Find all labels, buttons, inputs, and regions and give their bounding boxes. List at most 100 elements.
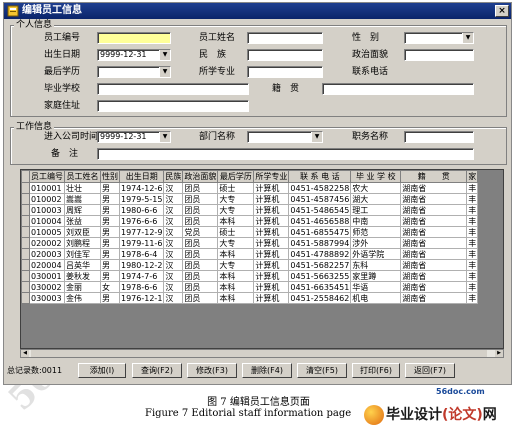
table-cell[interactable]: 张益 xyxy=(64,215,101,227)
table-row[interactable]: 010004 张益男 1976-6-6 汉团员 本科 计算机 0451-4656588 中南湖… xyxy=(21,215,479,227)
table-cell[interactable]: 男 xyxy=(100,226,120,238)
row-indicator[interactable] xyxy=(21,237,30,249)
column-header[interactable]: 籍 贯 xyxy=(400,170,468,183)
table-cell[interactable]: 0451-6855475 xyxy=(288,226,352,238)
table-cell[interactable]: 计算机 xyxy=(253,281,290,293)
table-cell[interactable]: 男 xyxy=(100,237,120,249)
table-row[interactable]: 020004 吕英华男 1980-12-2 汉团员 大专 计算机 0451-5682257 东… xyxy=(21,259,479,271)
school-input[interactable] xyxy=(97,83,249,95)
column-header[interactable]: 民族 xyxy=(163,170,184,183)
table-cell[interactable]: 020002 xyxy=(29,237,65,249)
table-cell[interactable]: 湖南省 xyxy=(400,237,468,249)
column-header[interactable]: 所学专业 xyxy=(253,170,290,183)
table-cell[interactable]: 1979-11-6 xyxy=(118,237,165,249)
education-select[interactable]: ▼ xyxy=(97,66,171,78)
column-header[interactable]: 出生日期 xyxy=(118,170,165,183)
table-cell[interactable]: 姜秋发 xyxy=(64,270,101,282)
table-cell[interactable]: 中南 xyxy=(350,215,402,227)
table-cell[interactable]: 团员 xyxy=(182,281,219,293)
table-cell[interactable]: 汉 xyxy=(163,259,184,271)
chevron-down-icon[interactable]: ▼ xyxy=(159,132,170,142)
table-cell[interactable]: 0451-5887994 xyxy=(288,237,352,249)
table-cell[interactable]: 1976-12-1 xyxy=(118,292,165,304)
table-cell[interactable]: 汉 xyxy=(163,270,184,282)
table-cell[interactable]: 本科 xyxy=(217,248,255,260)
table-cell[interactable]: 男 xyxy=(100,270,120,282)
table-cell[interactable]: 丰 xyxy=(466,248,479,260)
name-input[interactable] xyxy=(247,32,323,44)
table-cell[interactable]: 1978-6-4 xyxy=(118,248,165,260)
table-cell[interactable]: 金丽 xyxy=(64,281,101,293)
table-cell[interactable]: 大专 xyxy=(217,237,255,249)
table-cell[interactable]: 丰 xyxy=(466,259,479,271)
table-cell[interactable]: 汉 xyxy=(163,193,184,205)
table-cell[interactable]: 汉 xyxy=(163,237,184,249)
table-cell[interactable]: 1977-12-9 xyxy=(118,226,165,238)
table-cell[interactable]: 丰 xyxy=(466,204,479,216)
table-cell[interactable]: 团员 xyxy=(182,215,219,227)
table-cell[interactable]: 男 xyxy=(100,182,120,194)
clear-button[interactable]: 清空(F5) xyxy=(297,363,347,378)
table-cell[interactable]: 本科 xyxy=(217,270,255,282)
table-cell[interactable]: 丰 xyxy=(466,182,479,194)
delete-button[interactable]: 删除(F4) xyxy=(242,363,292,378)
table-cell[interactable]: 010002 xyxy=(29,193,65,205)
table-cell[interactable]: 男 xyxy=(100,259,120,271)
title-input[interactable] xyxy=(404,131,474,143)
table-cell[interactable]: 丰 xyxy=(466,226,479,238)
column-header[interactable]: 性别 xyxy=(100,170,120,183)
table-cell[interactable]: 丰 xyxy=(466,193,479,205)
table-cell[interactable]: 男 xyxy=(100,204,120,216)
table-cell[interactable]: 计算机 xyxy=(253,182,290,194)
table-cell[interactable]: 汉 xyxy=(163,182,184,194)
table-cell[interactable]: 吕英华 xyxy=(64,259,101,271)
table-cell[interactable]: 汉 xyxy=(163,292,184,304)
table-cell[interactable]: 大专 xyxy=(217,204,255,216)
table-cell[interactable]: 汉 xyxy=(163,281,184,293)
table-cell[interactable]: 计算机 xyxy=(253,270,290,282)
table-cell[interactable]: 丰 xyxy=(466,281,479,293)
table-cell[interactable]: 团员 xyxy=(182,204,219,216)
table-cell[interactable]: 0451-4788892 xyxy=(288,248,352,260)
table-cell[interactable]: 大专 xyxy=(217,259,255,271)
query-button[interactable]: 查询(F2) xyxy=(132,363,182,378)
table-cell[interactable]: 湖南省 xyxy=(400,204,468,216)
table-cell[interactable]: 湖南省 xyxy=(400,281,468,293)
column-header[interactable]: 员工编号 xyxy=(29,170,65,183)
table-cell[interactable]: 团员 xyxy=(182,292,219,304)
row-indicator[interactable] xyxy=(21,259,30,271)
table-cell[interactable]: 团员 xyxy=(182,270,219,282)
table-cell[interactable]: 东科 xyxy=(350,259,402,271)
table-cell[interactable]: 硕士 xyxy=(217,226,255,238)
table-cell[interactable]: 党员 xyxy=(182,226,219,238)
back-button[interactable]: 返回(F7) xyxy=(405,363,455,378)
close-button[interactable]: × xyxy=(495,5,509,17)
table-cell[interactable]: 计算机 xyxy=(253,292,290,304)
table-cell[interactable]: 金伟 xyxy=(64,292,101,304)
modify-button[interactable]: 修改(F3) xyxy=(187,363,237,378)
table-cell[interactable]: 1974-7-6 xyxy=(118,270,165,282)
print-button[interactable]: 打印(F6) xyxy=(352,363,400,378)
table-cell[interactable]: 计算机 xyxy=(253,226,290,238)
table-cell[interactable]: 0451-5663255 xyxy=(288,270,352,282)
table-cell[interactable]: 男 xyxy=(100,193,120,205)
table-cell[interactable]: 010004 xyxy=(29,215,65,227)
table-cell[interactable]: 0451-4582258 xyxy=(288,182,352,194)
table-row[interactable]: 030003 金伟男 1976-12-1 汉团员 本科 计算机 0451-2558462 机电… xyxy=(21,292,479,304)
column-header[interactable]: 政治面貌 xyxy=(182,170,219,183)
column-header[interactable]: 最后学历 xyxy=(217,170,255,183)
column-header[interactable]: 员工姓名 xyxy=(64,170,101,183)
table-cell[interactable]: 团员 xyxy=(182,182,219,194)
table-cell[interactable]: 1976-6-6 xyxy=(118,215,165,227)
table-cell[interactable]: 汉 xyxy=(163,248,184,260)
table-cell[interactable]: 计算机 xyxy=(253,204,290,216)
table-cell[interactable]: 010003 xyxy=(29,204,65,216)
column-header[interactable]: 家 xyxy=(466,170,479,183)
table-cell[interactable]: 汉 xyxy=(163,226,184,238)
table-cell[interactable]: 计算机 xyxy=(253,259,290,271)
table-cell[interactable]: 030002 xyxy=(29,281,65,293)
table-row[interactable]: 010002 嵩嵩男 1979-5-15 汉团员 大专 计算机 0451-4587456 湖大… xyxy=(21,193,479,205)
table-cell[interactable]: 涉外 xyxy=(350,237,402,249)
table-row[interactable]: 010001 壮壮男 1974-12-6 汉团员 硕士 计算机 0451-4582258 农大… xyxy=(21,182,479,194)
table-cell[interactable]: 湖南省 xyxy=(400,193,468,205)
